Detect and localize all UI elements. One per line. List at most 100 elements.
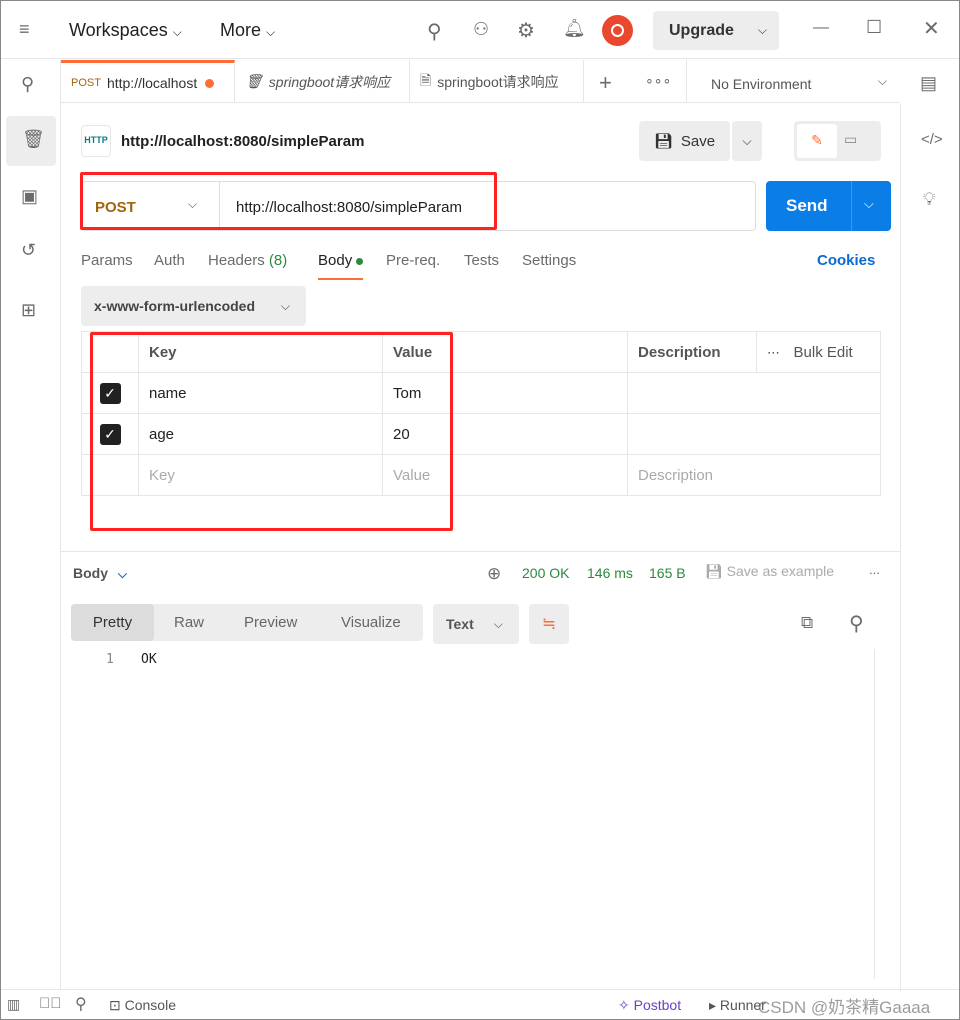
save-button[interactable]: 💾︎ Save <box>639 121 730 161</box>
watermark: CSDN @奶茶精Gaaaa <box>758 998 931 1017</box>
postbot-button[interactable]: ✧ Postbot <box>618 997 681 1014</box>
tab-auth[interactable]: Auth <box>154 252 185 269</box>
tab-springboot-2[interactable]: 🗎 springboot请求响应 <box>410 60 584 103</box>
globe-icon[interactable]: ⊕ <box>487 564 501 584</box>
send-label: Send <box>786 196 828 215</box>
response-size[interactable]: 165 B <box>649 565 686 581</box>
scrollbar[interactable] <box>874 649 890 979</box>
runner-icon: ▸ <box>709 997 717 1013</box>
response-content[interactable]: OK <box>141 652 157 667</box>
environment-select[interactable]: No Environment ⌵ <box>686 60 899 103</box>
body-type-label: x-www-form-urlencoded <box>94 298 256 314</box>
response-body-select[interactable]: Body ⌵ <box>73 565 127 582</box>
save-icon: 💾︎ <box>653 133 673 150</box>
status-bar: ▥ ✓⃝ ⚲ ⊡ Console ✧ Postbot ▸ Runner CSDN… <box>1 989 959 1019</box>
history-icon[interactable]: ↺ <box>21 240 36 261</box>
lightbulb-icon[interactable]: 💡︎ <box>923 189 936 210</box>
tab-settings[interactable]: Settings <box>522 252 576 269</box>
code-icon[interactable]: </> <box>921 131 943 148</box>
new-tab-icon[interactable]: + <box>599 70 612 96</box>
search-icon[interactable]: ⚲ <box>75 994 87 1014</box>
top-bar: ≡ Workspaces ⌵ More ⌵ ⚲ ⚇ ⚙ 🔔︎ Upgrade ⌵ … <box>1 1 959 59</box>
sidebar-toggle-icon[interactable]: ▥ <box>7 996 20 1013</box>
cookies-link[interactable]: Cookies <box>817 252 875 269</box>
console-label: Console <box>124 997 176 1013</box>
close-icon[interactable]: ✕ <box>923 16 940 41</box>
more-options-icon[interactable]: ∙∙∙ <box>869 565 880 580</box>
body-indicator <box>356 257 364 265</box>
tab-post-localhost[interactable]: POST http://localhost <box>61 60 235 103</box>
tab-prereq[interactable]: Pre-req. <box>386 252 440 269</box>
search-icon[interactable]: ⚲ <box>427 19 442 44</box>
user-icon[interactable]: ⚲ <box>21 74 34 95</box>
tab-params[interactable]: Params <box>81 252 133 269</box>
headers-count: (8) <box>268 252 288 269</box>
postbot-label: Postbot <box>633 997 682 1013</box>
edit-icon[interactable]: ✎ <box>797 124 837 158</box>
check-icon[interactable]: ✓⃝ <box>39 995 62 1012</box>
right-sidebar: </> 💡︎ <box>900 103 960 991</box>
tab-headers[interactable]: Headers (8) <box>208 252 287 269</box>
menu-icon[interactable]: ≡ <box>19 19 30 40</box>
headers-label: Headers <box>208 252 265 269</box>
response-time[interactable]: 146 ms <box>587 565 633 581</box>
copy-icon[interactable]: ⧉ <box>801 613 813 633</box>
upgrade-button[interactable]: Upgrade ⌵ <box>653 11 779 50</box>
send-button[interactable]: Send ⌵ <box>766 181 891 231</box>
save-options-button[interactable]: ⌵ <box>732 121 762 161</box>
unsaved-dot <box>205 78 215 88</box>
annotation-box <box>90 332 453 531</box>
view-preview[interactable]: Preview <box>244 614 297 631</box>
collections-icon: 🗑︎ <box>22 129 45 149</box>
environments-icon[interactable]: ▣ <box>21 186 38 207</box>
http-icon: HTTP <box>81 125 111 157</box>
description-cell[interactable] <box>627 413 881 455</box>
bell-icon[interactable]: 🔔︎ <box>563 18 586 39</box>
save-example-label: Save as example <box>726 563 835 579</box>
wrap-lines-button[interactable]: ≒ <box>529 604 569 644</box>
description-header: Description <box>627 331 757 373</box>
invite-user-icon[interactable]: ⚇ <box>473 19 489 40</box>
environment-label: No Environment <box>711 76 812 92</box>
description-cell[interactable] <box>627 372 881 414</box>
annotation-box <box>80 172 497 230</box>
send-options-icon[interactable]: ⌵ <box>864 196 874 212</box>
status-code[interactable]: 200 OK <box>522 565 569 581</box>
environment-quick-look-icon[interactable]: ▤ <box>920 73 937 94</box>
workspaces-menu[interactable]: Workspaces ⌵ <box>69 20 182 41</box>
more-menu[interactable]: More ⌵ <box>220 20 275 41</box>
tab-springboot-1[interactable]: 🗑︎ springboot请求响应 <box>235 60 410 103</box>
comments-icon[interactable]: ▭ <box>844 131 857 148</box>
view-pretty[interactable]: Pretty <box>71 604 154 641</box>
console-button[interactable]: ⊡ Console <box>109 997 176 1014</box>
save-label: Save <box>680 132 716 150</box>
more-tabs-icon[interactable]: ∘∘∘ <box>645 72 671 89</box>
collections-button[interactable]: 🗑︎ <box>6 116 56 166</box>
view-visualize[interactable]: Visualize <box>341 614 401 631</box>
add-apps-icon[interactable]: ⊞ <box>21 300 36 321</box>
maximize-icon[interactable]: ☐ <box>866 17 882 38</box>
line-number: 1 <box>106 652 114 667</box>
body-type-select[interactable]: x-www-form-urlencoded ⌵ <box>81 286 306 326</box>
tab-method: POST <box>71 77 101 89</box>
search-icon[interactable]: ⚲ <box>849 611 864 636</box>
avatar[interactable] <box>602 15 633 46</box>
tab-tests[interactable]: Tests <box>464 252 499 269</box>
request-title: http://localhost:8080/simpleParam <box>121 133 365 150</box>
description-input[interactable]: Description <box>627 454 881 496</box>
left-sidebar: ⚲ 🗑︎ ▣ ↺ ⊞ <box>1 60 61 990</box>
bulk-edit-label: Bulk Edit <box>793 343 853 361</box>
view-raw[interactable]: Raw <box>174 614 204 631</box>
gear-icon[interactable]: ⚙ <box>517 18 535 43</box>
body-label: Body <box>318 252 353 269</box>
tab-body[interactable]: Body <box>318 252 364 280</box>
more-label: More <box>220 20 262 40</box>
format-label: Text <box>446 616 474 632</box>
tab-bar: POST http://localhost 🗑︎ springboot请求响应 🗎 s… <box>61 60 899 103</box>
response-body-label: Body <box>73 565 108 581</box>
minimize-icon[interactable]: — <box>813 19 829 37</box>
format-select[interactable]: Text ⌵ <box>433 604 519 644</box>
bulk-edit-button[interactable]: ∙∙∙ Bulk Edit <box>756 331 881 373</box>
save-as-example-button[interactable]: 💾︎ Save as example <box>705 563 834 580</box>
response-view-tabs: Pretty Raw Preview Visualize <box>71 604 423 641</box>
